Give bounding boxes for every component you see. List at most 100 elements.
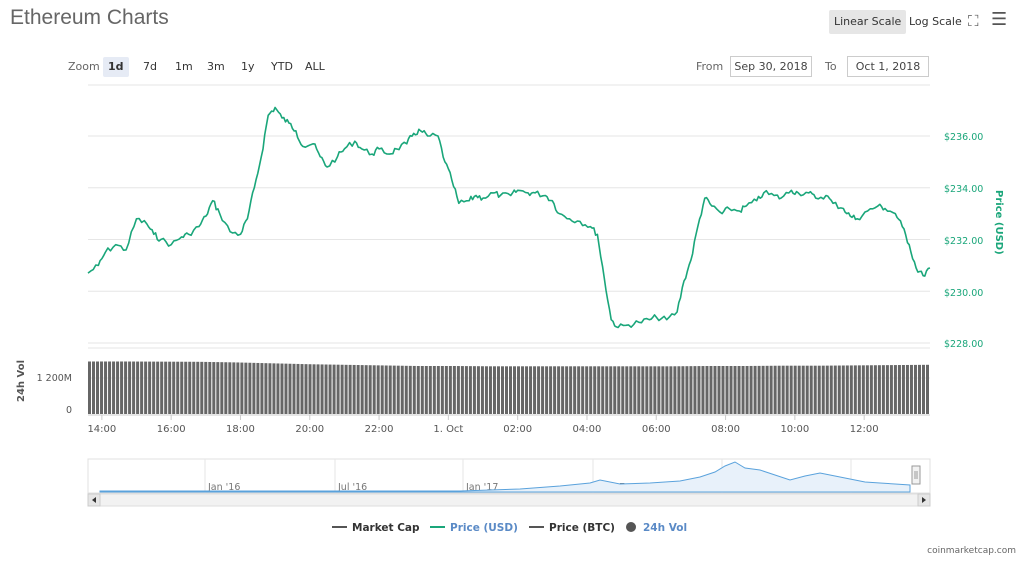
price-chart[interactable]: $236.00 $234.00 $232.00 $230.00 $228.00 … — [0, 0, 1024, 564]
volume-bar — [184, 361, 188, 414]
volume-bar — [376, 365, 380, 414]
volume-bar — [464, 366, 468, 414]
vol-tick-0: 0 — [66, 405, 72, 416]
volume-bar — [484, 366, 488, 414]
volume-bar — [877, 365, 881, 414]
volume-bar — [537, 366, 541, 414]
volume-bar — [348, 364, 352, 414]
vol-tick-1200m: 1 200M — [37, 373, 72, 384]
volume-bar — [308, 364, 312, 414]
volume-bar — [861, 365, 865, 414]
volume-bar — [893, 365, 897, 414]
volume-bar — [709, 366, 713, 414]
y-tick-234: $234.00 — [944, 184, 983, 195]
volume-bar — [480, 366, 484, 414]
volume-bar — [128, 361, 132, 414]
volume-bar — [621, 366, 625, 414]
volume-bar — [176, 361, 180, 414]
volume-bar — [813, 365, 817, 414]
volume-bar — [873, 365, 877, 414]
volume-bar — [160, 361, 164, 414]
volume-bar — [529, 366, 533, 414]
volume-bar — [284, 363, 288, 414]
volume-bar — [404, 365, 408, 414]
navigator-handle[interactable] — [911, 465, 921, 485]
credit-text[interactable]: coinmarketcap.com — [927, 546, 1016, 556]
volume-bar — [605, 366, 609, 414]
legend-item-price-btc[interactable]: Price (BTC) — [529, 522, 615, 534]
volume-bar — [741, 366, 745, 414]
volume-bar — [136, 361, 140, 414]
volume-bar — [328, 364, 332, 414]
y-tick-236: $236.00 — [944, 132, 983, 143]
volume-bar — [256, 362, 260, 414]
volume-bar — [340, 364, 344, 414]
legend-item-market-cap[interactable]: Market Cap — [332, 522, 420, 534]
volume-bar — [304, 364, 308, 414]
volume-bar — [416, 366, 420, 414]
volume-bar — [408, 365, 412, 414]
volume-bar — [336, 364, 340, 414]
volume-bar — [849, 365, 853, 414]
volume-bar — [845, 365, 849, 414]
volume-bar — [569, 366, 573, 414]
volume-bar — [412, 365, 416, 414]
x-tick-label: 14:00 — [87, 424, 116, 435]
volume-bar — [729, 366, 733, 414]
volume-bar — [749, 365, 753, 414]
volume-bar — [112, 361, 116, 414]
volume-bar — [573, 366, 577, 414]
scrollbar-track[interactable] — [87, 493, 931, 507]
volume-bar — [260, 363, 264, 414]
volume-bar — [400, 365, 404, 414]
volume-bar — [593, 366, 597, 414]
volume-bar — [276, 363, 280, 414]
volume-bar — [713, 366, 717, 414]
volume-bar — [777, 365, 781, 414]
volume-bar — [545, 366, 549, 414]
volume-bar — [236, 362, 240, 414]
legend-item-price-usd[interactable]: Price (USD) — [430, 522, 518, 534]
legend-item-24h-vol[interactable]: 24h Vol — [626, 522, 687, 534]
volume-bar — [488, 366, 492, 414]
volume-bar — [200, 361, 204, 414]
volume-bar — [440, 366, 444, 414]
volume-bar — [252, 362, 256, 414]
volume-bar — [901, 365, 905, 414]
volume-bar — [801, 365, 805, 414]
volume-bar — [661, 366, 665, 414]
volume-bar — [805, 365, 809, 414]
y-axis: $236.00 $234.00 $232.00 $230.00 $228.00 — [944, 132, 983, 350]
volume-bar — [589, 366, 593, 414]
volume-bar — [148, 361, 152, 414]
volume-bars — [88, 361, 929, 414]
volume-bar — [288, 363, 292, 414]
volume-bar — [897, 365, 901, 414]
volume-bar — [525, 366, 529, 414]
legend-label: 24h Vol — [643, 522, 687, 534]
volume-bar — [673, 366, 677, 414]
vol-axis-title: 24h Vol — [16, 360, 27, 402]
volume-bar — [300, 364, 304, 414]
volume-bar — [641, 366, 645, 414]
volume-bar — [665, 366, 669, 414]
volume-bar — [456, 366, 460, 414]
volume-bar — [240, 362, 244, 414]
volume-bar — [332, 364, 336, 414]
volume-bar — [681, 366, 685, 414]
volume-bar — [104, 361, 108, 414]
volume-bar — [476, 366, 480, 414]
y-tick-230: $230.00 — [944, 288, 983, 299]
volume-bar — [793, 365, 797, 414]
volume-bar — [917, 364, 921, 414]
legend-swatch — [626, 522, 636, 532]
y-axis-title: Price (USD) — [993, 190, 1004, 255]
volume-bar — [633, 366, 637, 414]
volume-bar — [444, 366, 448, 414]
x-tick-label: 04:00 — [573, 424, 602, 435]
volume-bar — [541, 366, 545, 414]
x-tick-label: 16:00 — [157, 424, 186, 435]
volume-bar — [120, 361, 124, 414]
volume-bar — [228, 362, 232, 414]
volume-bar — [492, 366, 496, 414]
